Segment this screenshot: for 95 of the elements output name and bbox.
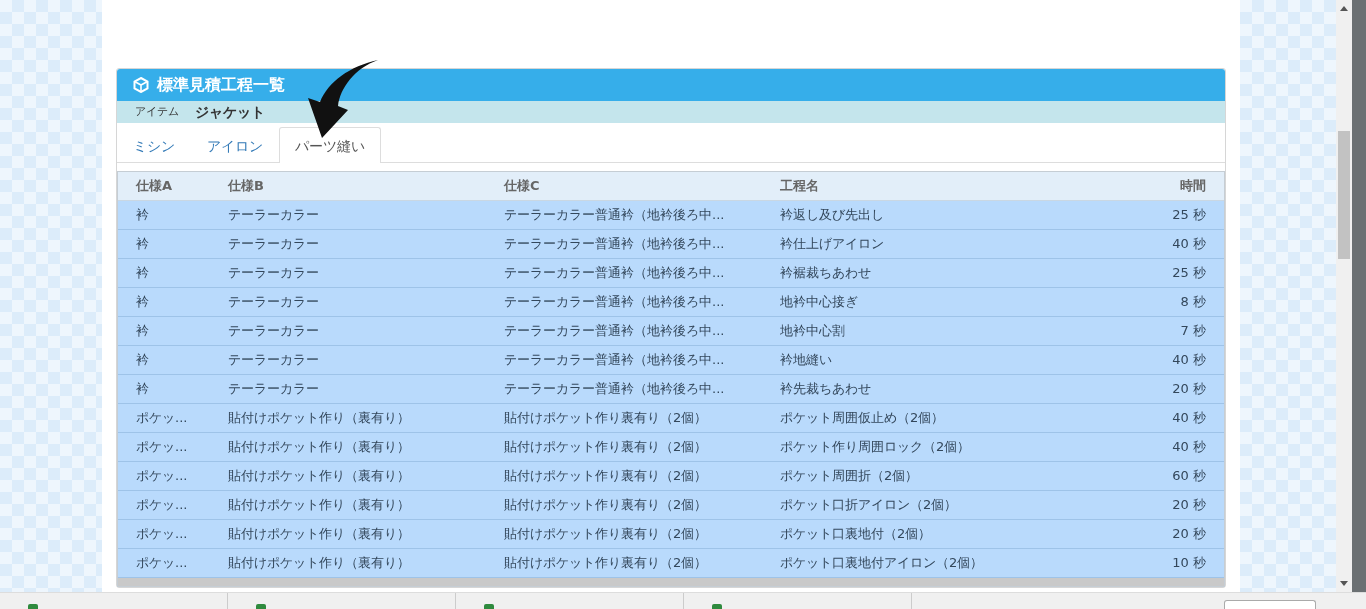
table-cell: 貼付けポケット作り裏有り（2個）: [504, 497, 708, 513]
table-row[interactable]: 衿 テーラーカラー テーラーカラー普通衿（地衿後ろ中... 衿返し及び先出し 25 秒: [118, 201, 1224, 230]
table-row[interactable]: ポケッ... 貼付けポケット作り（裏有り） 貼付けポケット作り裏有り（2個） ポケット口折アイロン（2個） 20 秒: [118, 491, 1224, 520]
table-row[interactable]: ポケッ... 貼付けポケット作り（裏有り） 貼付けポケット作り裏有り（2個） ポケット口裏地付（2個） 20 秒: [118, 520, 1224, 549]
table-cell: ポケット周囲折（2個）: [780, 468, 919, 484]
table-row[interactable]: ポケッ... 貼付けポケット作り（裏有り） 貼付けポケット作り裏有り（2個） ポケット周囲仮止め（2個） 40 秒: [118, 404, 1224, 433]
table-row[interactable]: 衿 テーラーカラー テーラーカラー普通衿（地衿後ろ中... 衿先裁ちあわせ 20 秒: [118, 375, 1224, 404]
table-cell: テーラーカラー普通衿（地衿後ろ中...: [504, 236, 725, 252]
table-cell: 20 秒: [1172, 381, 1206, 397]
table-cell: テーラーカラー普通衿（地衿後ろ中...: [504, 294, 725, 310]
table-cell: ポケッ...: [136, 439, 188, 455]
table-cell: ポケッ...: [136, 468, 188, 484]
table-cell: テーラーカラー: [228, 265, 319, 281]
table-cell: ポケッ...: [136, 555, 188, 571]
table-cell: テーラーカラー: [228, 207, 319, 223]
table-cell: ポケット口折アイロン（2個）: [780, 497, 958, 513]
table-cell: 衿裾裁ちあわせ: [780, 265, 871, 281]
panel-title: 標準見積工程一覧: [157, 74, 285, 96]
table-cell: 衿: [136, 381, 149, 397]
item-label: アイテム: [135, 103, 179, 120]
table-cell: 8 秒: [1180, 294, 1206, 310]
table-cell: 40 秒: [1172, 439, 1206, 455]
table-cell: 貼付けポケット作り（裏有り）: [228, 526, 410, 542]
table-row[interactable]: 衿 テーラーカラー テーラーカラー普通衿（地衿後ろ中... 衿仕上げアイロン 40 秒: [118, 230, 1224, 259]
table-cell: 25 秒: [1172, 265, 1206, 281]
table-cell: ポケット口裏地付（2個）: [780, 526, 932, 542]
tab[interactable]: アイロン: [191, 127, 279, 163]
table-cell: テーラーカラー普通衿（地衿後ろ中...: [504, 207, 725, 223]
table-cell: 10 秒: [1172, 555, 1206, 571]
column-header: 仕様C: [504, 177, 541, 196]
column-header: 工程名: [780, 177, 820, 196]
table-row[interactable]: ポケッ... 貼付けポケット作り（裏有り） 貼付けポケット作り裏有り（2個） ポケット口裏地付アイロン（2個） 10 秒: [118, 549, 1224, 578]
table-cell: 20 秒: [1172, 497, 1206, 513]
table-cell: 地衿中心割: [780, 323, 845, 339]
table-cell: ポケッ...: [136, 410, 188, 426]
table-row[interactable]: ポケッ... 貼付けポケット作り（裏有り） 貼付けポケット作り裏有り（2個） ポケット作り周囲ロック（2個） 40 秒: [118, 433, 1224, 462]
table-cell: 衿: [136, 323, 149, 339]
table-cell: テーラーカラー: [228, 236, 319, 252]
table-cell: テーラーカラー普通衿（地衿後ろ中...: [504, 352, 725, 368]
table-cell: テーラーカラー普通衿（地衿後ろ中...: [504, 381, 725, 397]
column-header: 仕様B: [228, 177, 265, 196]
table-cell: 衿: [136, 236, 149, 252]
table-cell: 衿: [136, 265, 149, 281]
table-cell: 地衿中心接ぎ: [780, 294, 858, 310]
table-cell: 25 秒: [1172, 207, 1206, 223]
table-row[interactable]: 衿 テーラーカラー テーラーカラー普通衿（地衿後ろ中... 地衿中心接ぎ 8 秒: [118, 288, 1224, 317]
scroll-thumb[interactable]: [1338, 131, 1350, 259]
item-value: ジャケット: [195, 102, 265, 122]
table-cell: ポケット口裏地付アイロン（2個）: [780, 555, 984, 571]
table-row[interactable]: 衿 テーラーカラー テーラーカラー普通衿（地衿後ろ中... 地衿中心割 7 秒: [118, 317, 1224, 346]
tab[interactable]: パーツ縫い: [279, 127, 381, 163]
table-row[interactable]: 衿 テーラーカラー テーラーカラー普通衿（地衿後ろ中... 衿裾裁ちあわせ 25 秒: [118, 259, 1224, 288]
scroll-up-icon[interactable]: [1340, 6, 1348, 11]
table-cell: 貼付けポケット作り（裏有り）: [228, 497, 410, 513]
table-cell: 貼付けポケット作り裏有り（2個）: [504, 439, 708, 455]
table-cell: 貼付けポケット作り裏有り（2個）: [504, 468, 708, 484]
table-cell: 衿返し及び先出し: [780, 207, 884, 223]
table-cell: 衿: [136, 207, 149, 223]
table-cell: 衿: [136, 352, 149, 368]
column-header: 時間: [1179, 177, 1207, 196]
table-cell: 40 秒: [1172, 352, 1206, 368]
table-cell: ポケット作り周囲ロック（2個）: [780, 439, 971, 455]
table-cell: テーラーカラー: [228, 294, 319, 310]
cube-icon: [133, 77, 149, 93]
table-cell: ポケット周囲仮止め（2個）: [780, 410, 945, 426]
table-cell: 貼付けポケット作り（裏有り）: [228, 410, 410, 426]
table-cell: 貼付けポケット作り裏有り（2個）: [504, 410, 708, 426]
table-cell: 貼付けポケット作り裏有り（2個）: [504, 555, 708, 571]
table-cell: テーラーカラー: [228, 381, 319, 397]
taskbar-button[interactable]: [1224, 600, 1316, 609]
table-cell: テーラーカラー: [228, 323, 319, 339]
table-cell: 貼付けポケット作り（裏有り）: [228, 555, 410, 571]
tab[interactable]: ミシン: [117, 127, 191, 163]
scrollbar[interactable]: [1336, 0, 1352, 592]
table-cell: 衿仕上げアイロン: [780, 236, 884, 252]
table-cell: ポケッ...: [136, 526, 188, 542]
table-cell: 衿地縫い: [780, 352, 832, 368]
table-row[interactable]: 衿 テーラーカラー テーラーカラー普通衿（地衿後ろ中... 衿地縫い 40 秒: [118, 346, 1224, 375]
table-cell: ポケッ...: [136, 497, 188, 513]
table-cell: 20 秒: [1172, 526, 1206, 542]
table-cell: 貼付けポケット作り裏有り（2個）: [504, 526, 708, 542]
column-header: 仕様A: [134, 177, 174, 196]
table-cell: 衿: [136, 294, 149, 310]
table-cell: 7 秒: [1180, 323, 1206, 339]
table-cell: 衿先裁ちあわせ: [780, 381, 871, 397]
table-cell: テーラーカラー普通衿（地衿後ろ中...: [504, 323, 725, 339]
table-row[interactable]: ポケッ... 貼付けポケット作り（裏有り） 貼付けポケット作り裏有り（2個） ポケット周囲折（2個） 60 秒: [118, 462, 1224, 491]
table-cell: 貼付けポケット作り（裏有り）: [228, 468, 410, 484]
table-cell: テーラーカラー普通衿（地衿後ろ中...: [504, 265, 725, 281]
table-cell: テーラーカラー: [228, 352, 319, 368]
table-cell: 貼付けポケット作り（裏有り）: [228, 439, 410, 455]
table-cell: 40 秒: [1172, 236, 1206, 252]
scroll-down-icon[interactable]: [1340, 581, 1348, 586]
table-cell: 60 秒: [1172, 468, 1206, 484]
table-cell: 40 秒: [1172, 410, 1206, 426]
